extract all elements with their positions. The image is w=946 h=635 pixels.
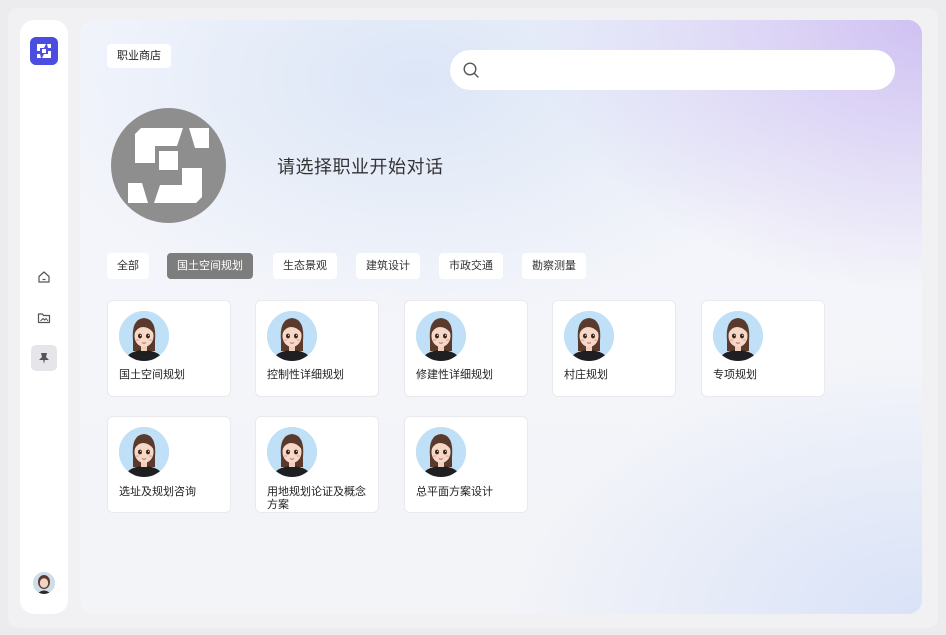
avatar-image bbox=[119, 427, 169, 477]
role-title: 国土空间规划 bbox=[119, 368, 185, 381]
role-avatar bbox=[267, 311, 317, 361]
sidebar bbox=[20, 20, 68, 614]
search-bar[interactable] bbox=[450, 50, 895, 90]
role-avatar bbox=[119, 427, 169, 477]
sidebar-item-store[interactable] bbox=[31, 345, 57, 371]
tab-municipal-transport[interactable]: 市政交通 bbox=[439, 253, 503, 279]
image-folder-icon bbox=[37, 313, 51, 324]
welcome-headline: 请选择职业开始对话 bbox=[277, 157, 444, 178]
role-card[interactable]: 选址及规划咨询 bbox=[107, 416, 231, 513]
role-card[interactable]: 控制性详细规划 bbox=[255, 300, 379, 397]
role-avatar bbox=[713, 311, 763, 361]
tab-ecological-landscape[interactable]: 生态景观 bbox=[273, 253, 337, 279]
pin-icon bbox=[39, 353, 49, 364]
tab-architecture-design[interactable]: 建筑设计 bbox=[356, 253, 420, 279]
tab-territorial-planning[interactable]: 国土空间规划 bbox=[167, 253, 253, 279]
avatar-image bbox=[713, 311, 763, 361]
avatar-image bbox=[33, 572, 55, 594]
search-icon bbox=[463, 62, 479, 78]
role-avatar bbox=[416, 427, 466, 477]
role-card[interactable]: 总平面方案设计 bbox=[404, 416, 528, 513]
sidebar-item-gallery[interactable] bbox=[31, 305, 57, 331]
user-avatar[interactable] bbox=[33, 572, 55, 594]
tab-survey-mapping[interactable]: 勘察测量 bbox=[522, 253, 586, 279]
avatar-image bbox=[119, 311, 169, 361]
role-title: 选址及规划咨询 bbox=[119, 485, 196, 498]
role-title: 村庄规划 bbox=[564, 368, 608, 381]
role-title: 专项规划 bbox=[713, 368, 757, 381]
role-card[interactable]: 村庄规划 bbox=[552, 300, 676, 397]
role-title: 控制性详细规划 bbox=[267, 368, 344, 381]
role-avatar bbox=[416, 311, 466, 361]
avatar-image bbox=[416, 311, 466, 361]
page-title: 职业商店 bbox=[107, 44, 171, 68]
role-title: 修建性详细规划 bbox=[416, 368, 493, 381]
role-title: 总平面方案设计 bbox=[416, 485, 493, 498]
role-avatar bbox=[119, 311, 169, 361]
main-panel: 职业商店 请选择职业开始对话 全部 国土空间规划 生态景观 建筑设计 市政交通 … bbox=[80, 20, 922, 614]
sidebar-item-home[interactable] bbox=[31, 264, 57, 290]
app-logo[interactable] bbox=[30, 37, 58, 65]
avatar-image bbox=[267, 427, 317, 477]
brand-logo bbox=[111, 108, 226, 223]
avatar-image bbox=[267, 311, 317, 361]
brand-mark-icon bbox=[128, 128, 209, 203]
role-title: 用地规划论证及概念方案 bbox=[267, 485, 366, 511]
home-icon bbox=[38, 271, 50, 283]
tab-all[interactable]: 全部 bbox=[107, 253, 149, 279]
role-card[interactable]: 修建性详细规划 bbox=[404, 300, 528, 397]
avatar-image bbox=[416, 427, 466, 477]
logo-icon bbox=[37, 44, 51, 58]
avatar-image bbox=[564, 311, 614, 361]
role-avatar bbox=[564, 311, 614, 361]
search-input[interactable] bbox=[490, 50, 880, 90]
role-card[interactable]: 专项规划 bbox=[701, 300, 825, 397]
role-card[interactable]: 国土空间规划 bbox=[107, 300, 231, 397]
role-avatar bbox=[267, 427, 317, 477]
role-card[interactable]: 用地规划论证及概念方案 bbox=[255, 416, 379, 513]
